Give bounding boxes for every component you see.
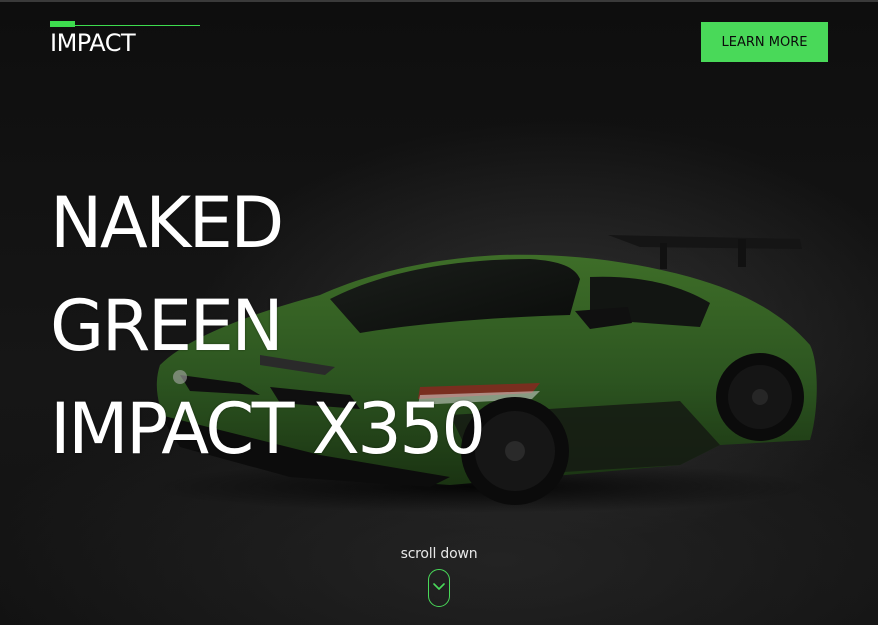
headline-line-1: NAKED: [50, 182, 284, 264]
hero-section: IMPACT LEARN MORE NAKED GREEN IMPACT X35…: [0, 0, 878, 625]
headline-line-3: IMPACT X350: [50, 388, 486, 470]
top-divider: [0, 0, 878, 2]
scroll-down-label: scroll down: [400, 546, 478, 562]
brand-logo[interactable]: IMPACT: [50, 21, 200, 57]
hero-headline: NAKED GREEN IMPACT X350: [50, 172, 486, 481]
learn-more-button[interactable]: LEARN MORE: [701, 22, 828, 62]
scroll-down: scroll down: [379, 546, 499, 607]
chevron-down-icon: [433, 583, 445, 590]
headline-line-2: GREEN: [50, 285, 284, 367]
brand-name: IMPACT: [50, 29, 136, 57]
scroll-down-button[interactable]: [428, 569, 450, 607]
logo-accent-bar: [50, 21, 200, 27]
